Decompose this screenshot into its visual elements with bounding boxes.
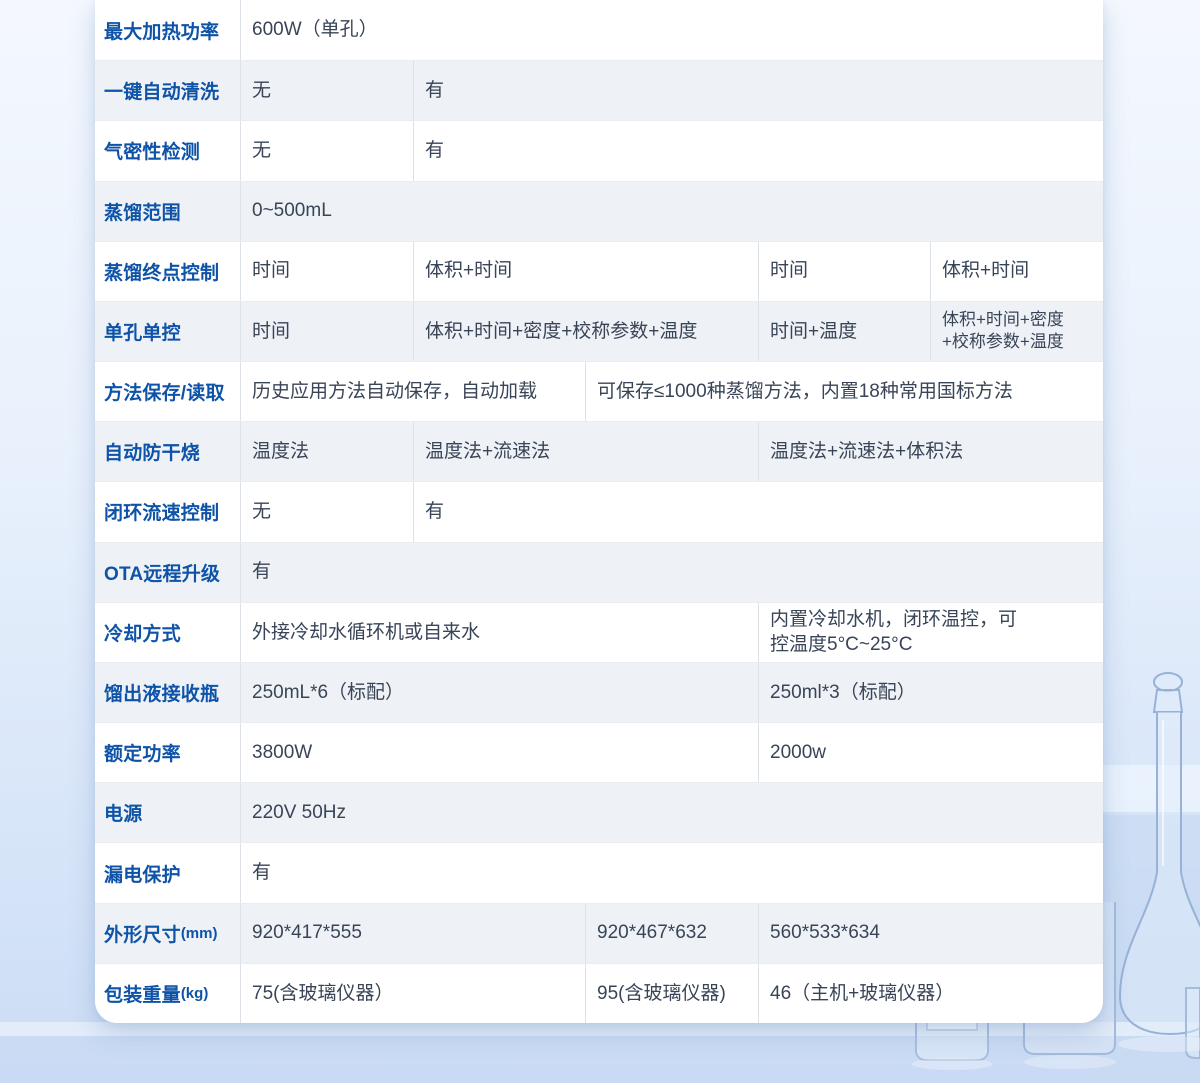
table-row: 单孔单控 时间体积+时间+密度+校称参数+温度时间+温度体积+时间+密度 +校称… — [95, 301, 1103, 361]
table-row: 蒸馏范围 0~500mL — [95, 181, 1103, 241]
row-label: 电源 — [95, 783, 240, 842]
spec-value: 体积+时间+密度 +校称参数+温度 — [930, 302, 1103, 361]
table-row: 方法保存/读取 历史应用方法自动保存，自动加载可保存≤1000种蒸馏方法，内置1… — [95, 361, 1103, 421]
spec-table: 最大加热功率 600W（单孔） 一键自动清洗 无有 气密性检测 无有 蒸馏范围 … — [95, 0, 1103, 1023]
spec-value: 温度法+流速法 — [413, 422, 758, 481]
row-label: 冷却方式 — [95, 603, 240, 662]
bottom-surface-highlight — [0, 1022, 1200, 1036]
spec-value: 温度法+流速法+体积法 — [758, 422, 1103, 481]
table-row: 电源 220V 50Hz — [95, 782, 1103, 842]
spec-value: 3800W — [240, 723, 758, 782]
spec-value: 250ml*3（标配） — [758, 663, 1103, 722]
row-label-suffix: (kg) — [181, 985, 209, 1002]
spec-value: 95(含玻璃仪器) — [585, 964, 758, 1023]
spec-value: 920*467*632 — [585, 904, 758, 963]
table-row: 闭环流速控制 无有 — [95, 481, 1103, 541]
spec-value: 有 — [413, 121, 1103, 180]
spec-value: 时间 — [240, 302, 413, 361]
spec-value: 560*533*634 — [758, 904, 1103, 963]
row-label: 漏电保护 — [95, 843, 240, 902]
spec-value: 体积+时间 — [413, 242, 758, 301]
spec-value: 有 — [413, 61, 1103, 120]
spec-value: 0~500mL — [240, 182, 1103, 241]
table-row: 一键自动清洗 无有 — [95, 60, 1103, 120]
spec-value: 920*417*555 — [240, 904, 585, 963]
row-label: 一键自动清洗 — [95, 61, 240, 120]
table-row: 馏出液接收瓶 250mL*6（标配）250ml*3（标配） — [95, 662, 1103, 722]
table-row: 蒸馏终点控制 时间体积+时间时间体积+时间 — [95, 241, 1103, 301]
table-row: 漏电保护 有 — [95, 842, 1103, 902]
row-label: 蒸馏范围 — [95, 182, 240, 241]
table-row: 包装重量(kg) 75(含玻璃仪器）95(含玻璃仪器)46（主机+玻璃仪器） — [95, 963, 1103, 1023]
spec-value: 75(含玻璃仪器） — [240, 964, 585, 1023]
spec-value: 历史应用方法自动保存，自动加载 — [240, 362, 585, 421]
spec-value: 内置冷却水机，闭环温控，可 控温度5°C~25°C — [758, 603, 1103, 662]
spec-value: 无 — [240, 61, 413, 120]
spec-value: 有 — [240, 543, 1103, 602]
row-label: 最大加热功率 — [95, 0, 240, 60]
spec-value: 250mL*6（标配） — [240, 663, 758, 722]
row-label: 气密性检测 — [95, 121, 240, 180]
spec-value: 无 — [240, 121, 413, 180]
spec-value: 无 — [240, 482, 413, 541]
row-label: 额定功率 — [95, 723, 240, 782]
table-row: 自动防干烧 温度法温度法+流速法温度法+流速法+体积法 — [95, 421, 1103, 481]
spec-value: 2000w — [758, 723, 1103, 782]
row-label: OTA远程升级 — [95, 543, 240, 602]
spec-value: 220V 50Hz — [240, 783, 1103, 842]
row-label-suffix: (mm) — [181, 925, 218, 942]
table-row: 最大加热功率 600W（单孔） — [95, 0, 1103, 60]
spec-value: 时间+温度 — [758, 302, 930, 361]
table-row: 气密性检测 无有 — [95, 120, 1103, 180]
table-row: 额定功率 3800W2000w — [95, 722, 1103, 782]
spec-value: 外接冷却水循环机或自来水 — [240, 603, 758, 662]
spec-value: 600W（单孔） — [240, 0, 1103, 60]
row-label: 外形尺寸(mm) — [95, 904, 240, 963]
table-row: OTA远程升级 有 — [95, 542, 1103, 602]
row-label: 蒸馏终点控制 — [95, 242, 240, 301]
spec-value: 可保存≤1000种蒸馏方法，内置18种常用国标方法 — [585, 362, 1103, 421]
spec-value: 有 — [413, 482, 1103, 541]
spec-value: 体积+时间 — [930, 242, 1103, 301]
spec-value: 温度法 — [240, 422, 413, 481]
row-label: 自动防干烧 — [95, 422, 240, 481]
spec-value: 46（主机+玻璃仪器） — [758, 964, 1103, 1023]
table-row: 外形尺寸(mm) 920*417*555920*467*632560*533*6… — [95, 903, 1103, 963]
spec-value: 有 — [240, 843, 1103, 902]
reflection — [1024, 1055, 1116, 1069]
row-label: 单孔单控 — [95, 302, 240, 361]
reflection — [912, 1058, 992, 1070]
row-label: 闭环流速控制 — [95, 482, 240, 541]
spec-value: 时间 — [240, 242, 413, 301]
row-label: 方法保存/读取 — [95, 362, 240, 421]
spec-value: 时间 — [758, 242, 930, 301]
row-label: 包装重量(kg) — [95, 964, 240, 1023]
row-label: 馏出液接收瓶 — [95, 663, 240, 722]
spec-value: 体积+时间+密度+校称参数+温度 — [413, 302, 758, 361]
table-row: 冷却方式 外接冷却水循环机或自来水内置冷却水机，闭环温控，可 控温度5°C~25… — [95, 602, 1103, 662]
